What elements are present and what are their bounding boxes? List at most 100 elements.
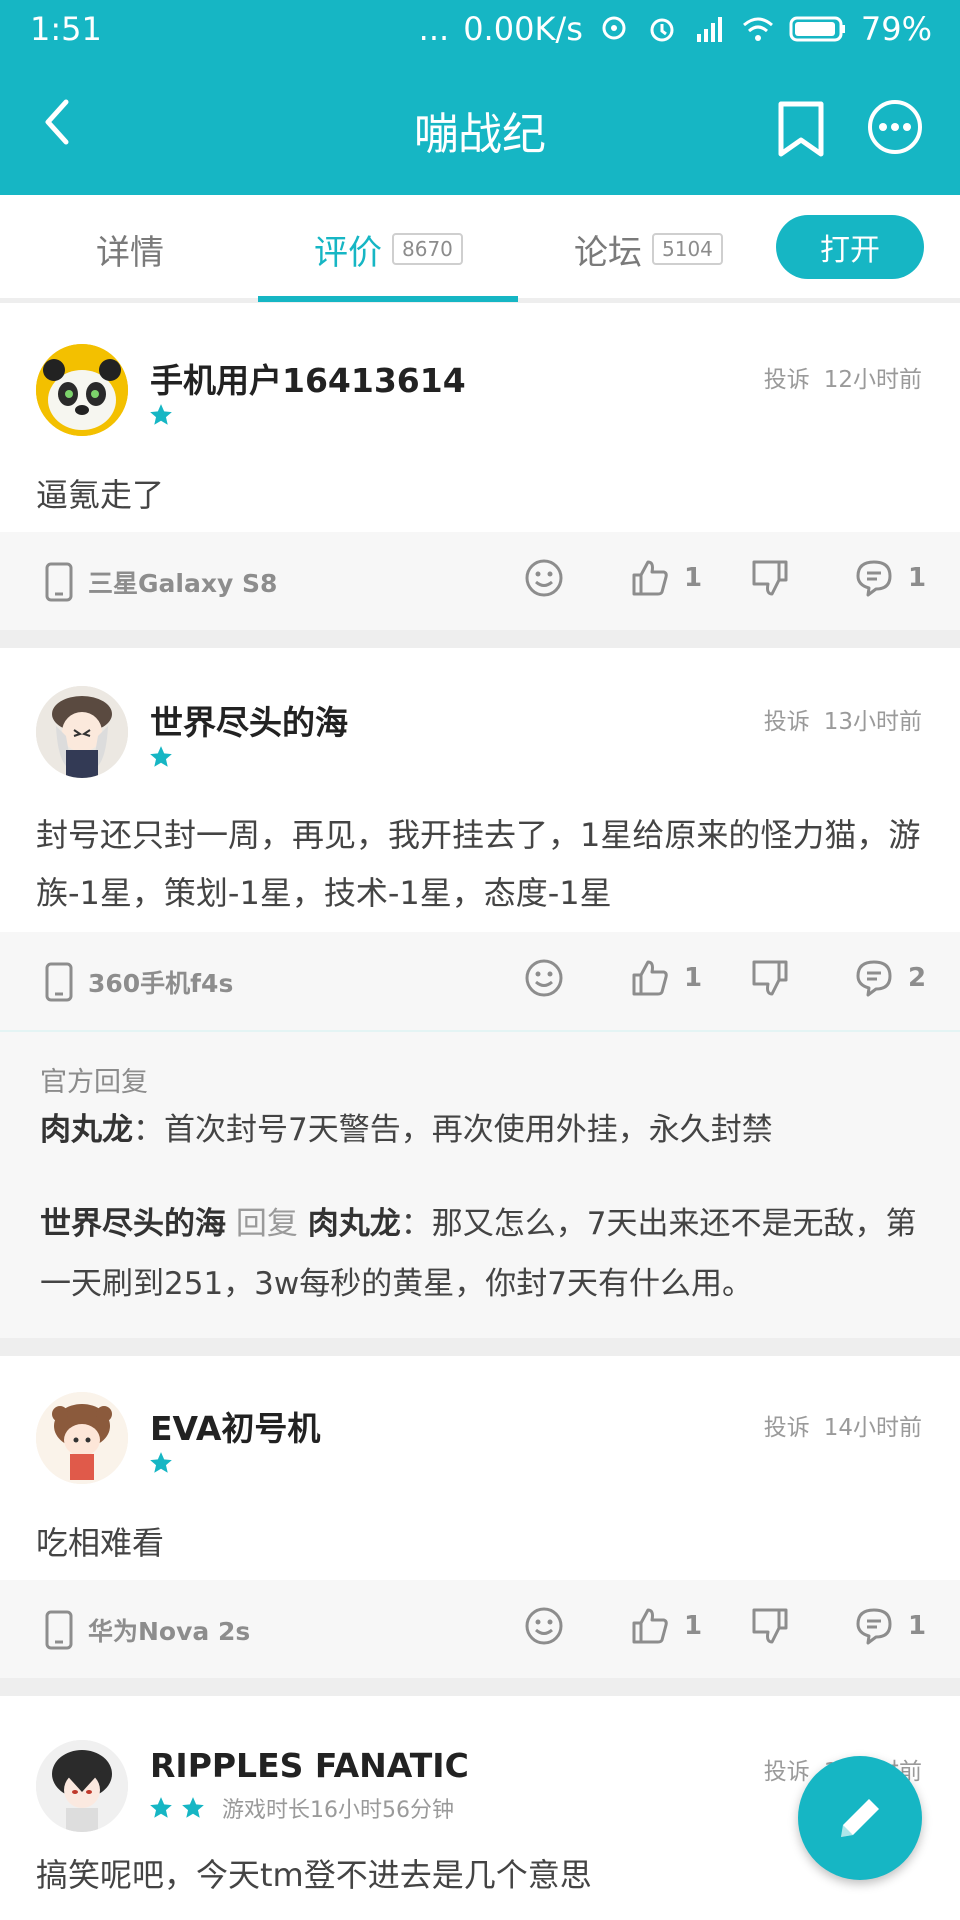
review-username[interactable]: 手机用户16413614 — [150, 354, 466, 402]
review-username[interactable]: RIPPLES FANATIC — [150, 1746, 469, 1785]
review-separator — [0, 1338, 960, 1356]
like-button[interactable]: 1 — [630, 1606, 702, 1646]
tab-reviews-label: 评价 — [314, 232, 382, 273]
emoji-reaction-button[interactable] — [524, 558, 578, 598]
star-icon — [182, 1797, 204, 1818]
status-time: 1:51 — [30, 10, 102, 48]
battery-icon — [789, 16, 845, 42]
review-item: 手机用户16413614 投诉 12小时前 逼氪走了 三星Galaxy S8 1 … — [0, 308, 960, 630]
emoji-reaction-button[interactable] — [524, 1606, 578, 1646]
phone-icon — [45, 1610, 73, 1650]
user-reply[interactable]: 世界尽头的海 回复 肉丸龙：那又怎么，7天出来还不是无敌，第一天刷到251，3w… — [0, 1168, 960, 1338]
thumbs-up-icon — [632, 560, 668, 596]
official-reply-author[interactable]: 肉丸龙 — [40, 1112, 133, 1148]
emoji-reaction-button[interactable] — [524, 958, 578, 998]
star-icon — [150, 1452, 172, 1473]
official-reply: 官方回复 肉丸龙：首次封号7天警告，再次使用外挂，永久封禁 — [0, 1030, 960, 1170]
comment-count: 1 — [908, 563, 927, 593]
review-username[interactable]: EVA初号机 — [150, 1402, 320, 1450]
device-name: 360手机f4s — [88, 969, 234, 998]
tab-forum-count: 5104 — [652, 233, 723, 265]
device-info: 华为Nova 2s — [44, 1610, 250, 1650]
tab-details-label: 详情 — [96, 232, 164, 273]
panda-avatar-image — [36, 344, 128, 436]
status-icons: ... 0.00K/s 79% — [419, 10, 932, 48]
tab-reviews-count: 8670 — [392, 233, 463, 265]
report-link[interactable]: 投诉 — [764, 1415, 810, 1441]
rating-stars — [148, 1450, 174, 1476]
star-icon — [150, 404, 172, 425]
review-action-bar: 华为Nova 2s 1 1 — [0, 1580, 960, 1678]
review-action-bar: 三星Galaxy S8 1 1 — [0, 532, 960, 630]
review-item: EVA初号机 投诉 14小时前 吃相难看 华为Nova 2s 1 1 — [0, 1356, 960, 1678]
comment-count: 1 — [908, 1611, 927, 1641]
comment-button[interactable]: 1 — [854, 558, 926, 598]
review-content: 封号还只封一周，再见，我开挂去了，1星给原来的怪力猫，游族-1星，策划-1星，技… — [36, 816, 921, 912]
status-bar: 1:51 ... 0.00K/s 79% — [0, 0, 960, 60]
hotspot-icon — [602, 16, 626, 40]
device-name: 三星Galaxy S8 — [88, 569, 278, 598]
avatar[interactable] — [36, 686, 128, 778]
active-tab-indicator — [258, 296, 518, 302]
review-meta: 投诉 13小时前 — [764, 702, 922, 736]
play-time: 游戏时长16小时56分钟 — [222, 1798, 454, 1823]
smiley-icon — [525, 559, 563, 597]
review-content: 搞笑呢吧，今天tm登不进去是几个意思 — [36, 1856, 592, 1894]
smiley-icon — [525, 1607, 563, 1645]
chibi-avatar-image — [36, 1392, 128, 1484]
user-reply-author[interactable]: 世界尽头的海 — [40, 1206, 226, 1242]
reply-word: 回复 — [235, 1206, 298, 1242]
like-count: 1 — [684, 1611, 703, 1641]
dislike-button[interactable] — [750, 558, 804, 598]
star-icon — [150, 746, 172, 767]
like-count: 1 — [684, 563, 703, 593]
avatar[interactable] — [36, 1392, 128, 1484]
device-name: 华为Nova 2s — [88, 1617, 251, 1646]
review-content: 逼氪走了 — [36, 476, 165, 514]
anime-girl-avatar-image — [36, 686, 128, 778]
avatar[interactable] — [36, 344, 128, 436]
rating-stars — [148, 744, 174, 770]
rating-stars: 游戏时长16小时56分钟 — [148, 1792, 454, 1824]
pencil-icon — [841, 1799, 879, 1837]
dislike-button[interactable] — [750, 958, 804, 998]
net-speed: 0.00K/s — [463, 10, 583, 48]
like-count: 1 — [684, 963, 703, 993]
comment-button[interactable]: 2 — [854, 958, 926, 998]
report-link[interactable]: 投诉 — [764, 1759, 810, 1785]
signal-icon — [696, 17, 722, 42]
review-time: 13小时前 — [823, 709, 922, 735]
review-meta: 投诉 12小时前 — [764, 360, 922, 394]
review-username[interactable]: 世界尽头的海 — [150, 696, 348, 744]
open-app-button[interactable]: 打开 — [776, 215, 924, 279]
report-link[interactable]: 投诉 — [764, 709, 810, 735]
avatar[interactable] — [36, 1740, 128, 1832]
thumbs-up-icon — [632, 960, 668, 996]
write-review-button[interactable] — [798, 1756, 922, 1880]
title-bar: 嘣战纪 — [0, 70, 960, 180]
more-options-icon[interactable] — [866, 98, 924, 156]
review-time: 12小时前 — [823, 367, 922, 393]
like-button[interactable]: 1 — [630, 558, 702, 598]
user-reply-text: 世界尽头的海 回复 肉丸龙：那又怎么，7天出来还不是无敌，第一天刷到251，3w… — [40, 1194, 920, 1314]
device-info: 三星Galaxy S8 — [44, 562, 277, 602]
status-dots: ... — [418, 10, 450, 48]
tab-reviews[interactable]: 评价 8670 — [314, 195, 463, 303]
tab-details[interactable]: 详情 — [96, 195, 164, 303]
review-time: 14小时前 — [823, 1415, 922, 1441]
dislike-button[interactable] — [750, 1606, 804, 1646]
alarm-icon — [650, 18, 674, 42]
like-button[interactable]: 1 — [630, 958, 702, 998]
tab-forum[interactable]: 论坛 5104 — [574, 195, 723, 303]
comment-bubble-icon — [856, 560, 892, 597]
bookmark-icon[interactable] — [776, 100, 826, 158]
device-info: 360手机f4s — [44, 962, 233, 1002]
official-reply-body: ：首次封号7天警告，再次使用外挂，永久封禁 — [133, 1112, 773, 1148]
user-reply-target[interactable]: 肉丸龙 — [308, 1206, 401, 1242]
comment-button[interactable]: 1 — [854, 1606, 926, 1646]
report-link[interactable]: 投诉 — [764, 367, 810, 393]
thumbs-down-icon — [752, 1608, 788, 1644]
thumbs-down-icon — [752, 560, 788, 596]
app-header: 1:51 ... 0.00K/s 79% 嘣战纪 — [0, 0, 960, 195]
rating-stars — [148, 402, 174, 428]
